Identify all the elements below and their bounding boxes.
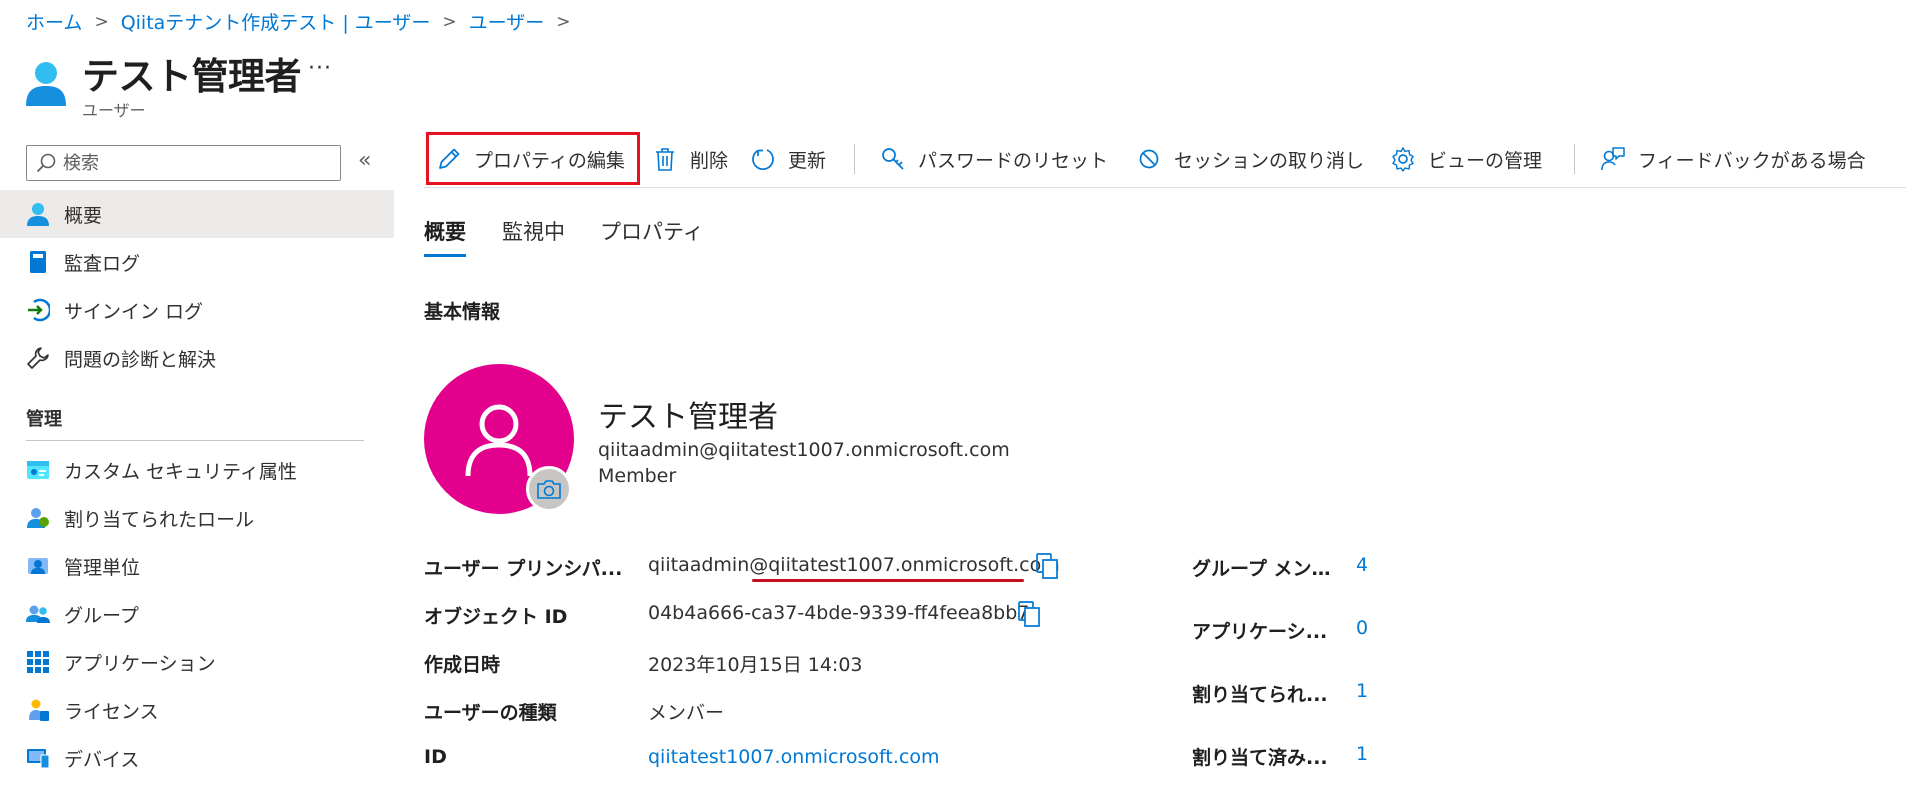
property-value-created: 2023年10月15日 14:03 [648, 654, 863, 676]
search-icon [36, 153, 56, 173]
breadcrumb-home[interactable]: ホーム [26, 8, 82, 35]
block-icon [1139, 149, 1159, 169]
property-label-user-type: ユーザーの種類 [424, 702, 557, 724]
more-options-icon[interactable]: ··· [308, 56, 332, 81]
breadcrumb-separator-icon: > [556, 11, 571, 32]
sidebar-item-overview[interactable]: 概要 [0, 190, 394, 238]
sidebar-item-label: デバイス [64, 748, 140, 771]
sidebar-item-applications[interactable]: アプリケーション [0, 638, 394, 686]
page-title: テスト管理者 [82, 55, 302, 98]
sidebar-item-custom-security[interactable]: カスタム セキュリティ属性 [0, 446, 394, 494]
search-input[interactable] [63, 152, 333, 174]
sidebar-item-devices[interactable]: デバイス [0, 734, 394, 782]
gear-icon [1392, 147, 1414, 172]
active-tab-indicator [424, 254, 466, 257]
sidebar-item-signin-log[interactable]: サインイン ログ [0, 286, 394, 334]
feedback-button[interactable]: フィードバックがある場合 [1600, 134, 1866, 184]
copy-icon[interactable] [1034, 552, 1060, 580]
profile-user-type: Member [598, 465, 677, 487]
sidebar-section-manage: 管理 [26, 409, 62, 430]
sidebar-item-label: 管理単位 [64, 556, 141, 579]
stat-label-groups: グループ メン... [1192, 558, 1332, 580]
manage-view-button[interactable]: ビューの管理 [1390, 134, 1542, 184]
property-value-user-type: メンバー [648, 702, 725, 724]
user-icon [465, 404, 533, 477]
highlight-underline [752, 579, 1024, 582]
tab-properties[interactable]: プロパティ [600, 216, 704, 246]
property-label-created: 作成日時 [424, 654, 501, 676]
page-subtitle: ユーザー [82, 101, 146, 120]
breadcrumb-separator-icon: > [442, 11, 457, 32]
profile-name: テスト管理者 [598, 400, 778, 435]
breadcrumb: ホーム > Qiitaテナント作成テスト | ユーザー > ユーザー > [26, 8, 583, 35]
stat-label-applications: アプリケーシ... [1192, 621, 1328, 643]
feedback-icon [1601, 147, 1625, 171]
toolbar-separator [1574, 144, 1575, 174]
sidebar-item-audit-log[interactable]: 監査ログ [0, 238, 394, 286]
sidebar-item-licenses[interactable]: ライセンス [0, 686, 394, 734]
device-icon [27, 749, 50, 769]
signin-icon [28, 298, 50, 322]
collapse-sidebar-icon[interactable]: « [358, 148, 371, 173]
user-icon [27, 203, 49, 226]
profile-email: qiitaadmin@qiitatest1007.onmicrosoft.com [598, 439, 1010, 461]
property-label-upn: ユーザー プリンシパ... [424, 558, 623, 580]
sidebar-item-label: カスタム セキュリティ属性 [64, 460, 297, 483]
refresh-button[interactable]: 更新 [750, 134, 826, 184]
role-icon [27, 508, 49, 528]
stat-label-assigned-licenses: 割り当て済み... [1192, 747, 1328, 769]
user-icon [26, 62, 66, 106]
book-icon [30, 251, 46, 273]
revoke-sessions-button[interactable]: セッションの取り消し [1136, 134, 1364, 184]
property-label-object-id: オブジェクト ID [424, 606, 568, 628]
wrench-icon [27, 347, 49, 369]
sidebar-item-label: 監査ログ [64, 252, 141, 275]
sidebar-item-label: グループ [64, 604, 139, 627]
property-value-object-id: 04b4a666-ca37-4bde-9339-ff4feea8bb7c [648, 602, 1040, 624]
breadcrumb-separator-icon: > [94, 11, 109, 32]
breadcrumb-tenant-users[interactable]: Qiitaテナント作成テスト | ユーザー [121, 8, 431, 35]
copy-icon[interactable] [1016, 600, 1042, 628]
sidebar-item-assigned-roles[interactable]: 割り当てられたロール [0, 494, 394, 542]
property-value-upn: qiitaadmin@qiitatest1007.onmicrosoft.com [648, 554, 1060, 576]
tab-overview[interactable]: 概要 [424, 216, 466, 246]
sidebar-item-groups[interactable]: グループ [0, 590, 394, 638]
admin-unit-icon [28, 558, 48, 574]
command-bar: プロパティの編集 削除 更新 パスワードのリセット セッションの取り消し ビュー… [424, 134, 1906, 184]
delete-button[interactable]: 削除 [652, 134, 728, 184]
trash-icon [656, 148, 674, 171]
property-label-identity: ID [424, 746, 447, 768]
stat-value-assigned-roles[interactable]: 1 [1356, 680, 1368, 702]
grid-icon [27, 651, 49, 673]
key-icon [882, 148, 904, 170]
property-value-identity-link[interactable]: qiitatest1007.onmicrosoft.com [648, 746, 939, 768]
breadcrumb-users[interactable]: ユーザー [469, 8, 545, 35]
camera-icon [537, 480, 561, 499]
security-attribute-icon [27, 461, 49, 479]
license-icon [29, 699, 49, 721]
section-title: 基本情報 [424, 301, 501, 323]
refresh-icon [752, 149, 774, 170]
sidebar-item-label: サインイン ログ [64, 300, 204, 323]
change-photo-button[interactable] [526, 466, 572, 512]
sidebar-item-admin-units[interactable]: 管理単位 [0, 542, 394, 590]
sidebar-search[interactable] [26, 145, 341, 181]
sidebar-divider [26, 440, 364, 441]
sidebar-item-label: ライセンス [64, 700, 159, 723]
sidebar-item-diagnose[interactable]: 問題の診断と解決 [0, 334, 394, 382]
toolbar-divider [424, 187, 1906, 188]
stat-label-assigned-roles: 割り当てられ... [1192, 684, 1328, 706]
highlight-annotation [426, 132, 640, 185]
reset-password-button[interactable]: パスワードのリセット [880, 134, 1108, 184]
group-icon [26, 605, 50, 623]
sidebar-item-label: 割り当てられたロール [64, 508, 255, 531]
stat-value-groups[interactable]: 4 [1356, 554, 1368, 576]
sidebar-item-label: 問題の診断と解決 [64, 348, 217, 371]
sidebar-item-label: 概要 [64, 204, 103, 227]
toolbar-separator [854, 144, 855, 174]
stat-value-applications[interactable]: 0 [1356, 617, 1368, 639]
stat-value-assigned-licenses[interactable]: 1 [1356, 743, 1368, 765]
tab-monitoring[interactable]: 監視中 [502, 216, 565, 246]
sidebar-item-label: アプリケーション [64, 652, 216, 675]
